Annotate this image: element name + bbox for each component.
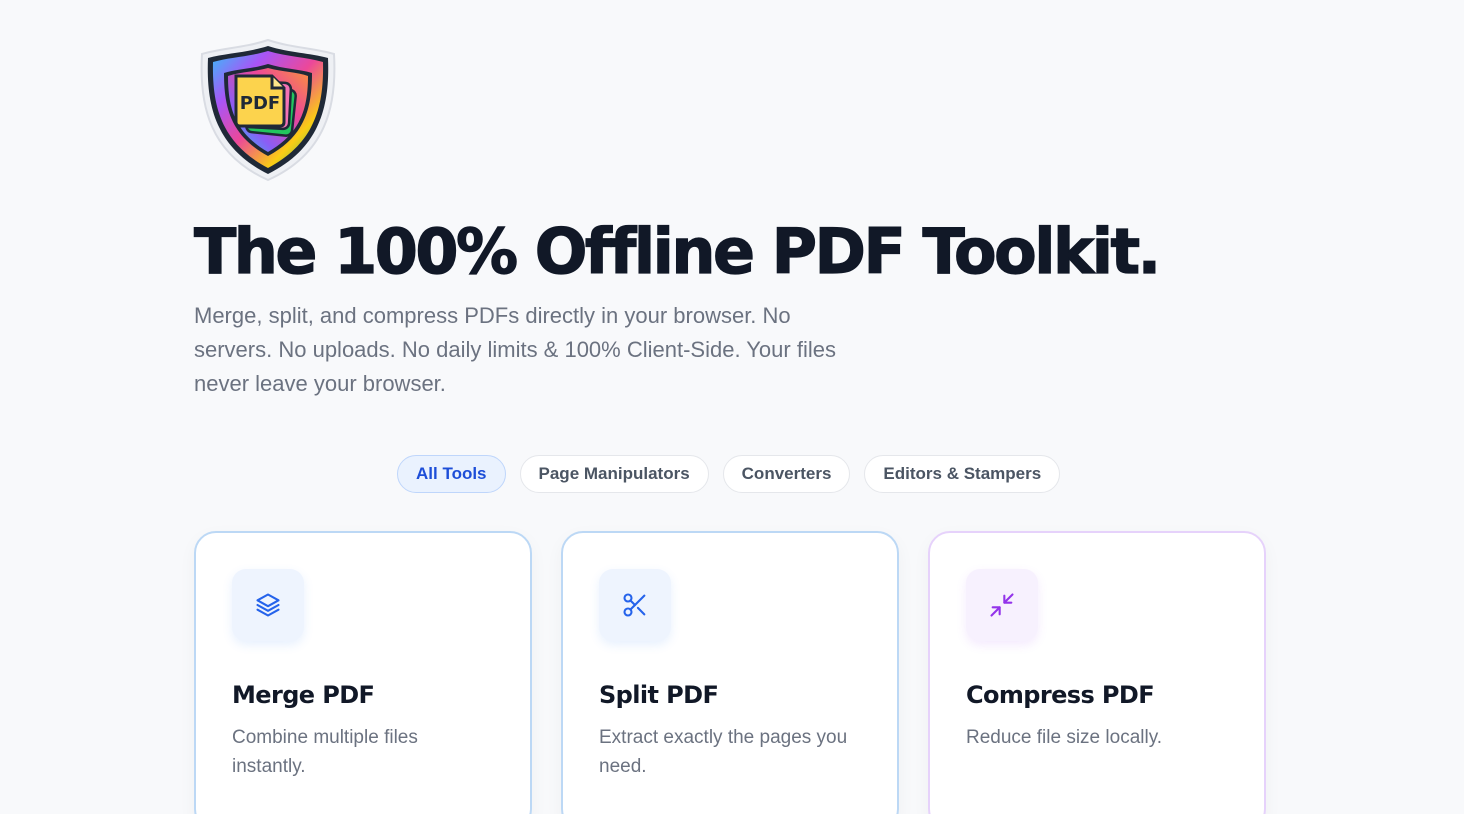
hero-subtitle: Merge, split, and compress PDFs directly…: [194, 303, 836, 396]
tool-card-title: Compress PDF: [966, 681, 1155, 709]
page-title: The 100% Offline PDF Toolkit.: [193, 214, 1161, 288]
filter-all-tools[interactable]: All Tools: [397, 455, 506, 493]
tool-card-title: Merge PDF: [232, 681, 375, 709]
filter-tabs: All Tools Page Manipulators Converters E…: [397, 455, 1061, 493]
layers-icon: [232, 569, 304, 641]
logo-pdf-text: PDF: [240, 93, 280, 114]
tool-card-description: Reduce file size locally.: [966, 727, 1163, 748]
tool-card-description: Extract exactly the pages you need.: [599, 727, 848, 777]
tool-card-compress-pdf[interactable]: Compress PDF Reduce file size locally.: [928, 531, 1266, 814]
filter-editors-stampers[interactable]: Editors & Stampers: [864, 455, 1061, 493]
minimize-icon: [966, 569, 1038, 641]
tool-card-split-pdf[interactable]: Split PDF Extract exactly the pages you …: [561, 531, 899, 814]
tool-grid: Merge PDF Combine multiple files instant…: [194, 531, 1266, 814]
tool-card-title: Split PDF: [599, 681, 719, 709]
page: PDF The 100% Offline PDF Toolkit. Merge,…: [0, 0, 1464, 814]
scissors-icon: [599, 569, 671, 641]
tool-card-merge-pdf[interactable]: Merge PDF Combine multiple files instant…: [194, 531, 532, 814]
pdf-shield-logo: PDF: [196, 36, 340, 184]
filter-page-manipulators[interactable]: Page Manipulators: [519, 455, 709, 493]
filter-converters[interactable]: Converters: [722, 455, 851, 493]
tool-card-description: Combine multiple files instantly.: [232, 727, 418, 777]
